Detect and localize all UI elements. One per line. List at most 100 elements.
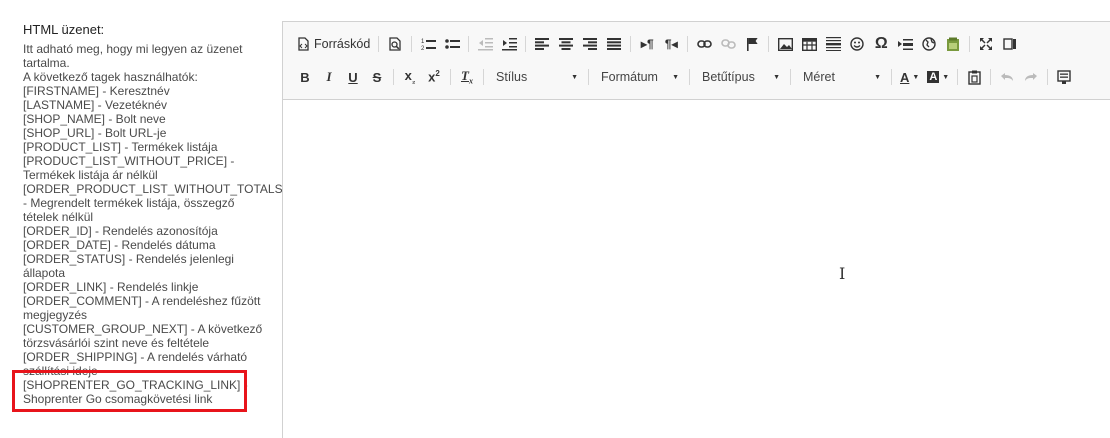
bullet-list-button[interactable] (440, 32, 464, 56)
toolbar-separator (790, 69, 791, 85)
bold-button[interactable]: B (293, 65, 317, 89)
underline-icon: U (348, 69, 358, 85)
help-line: törzsvásárlói szint neve és feltétele (23, 336, 210, 350)
page-break-button[interactable] (893, 32, 917, 56)
italic-icon: I (326, 69, 332, 84)
editor-content-area[interactable]: I (283, 101, 1110, 438)
subscript-icon: x₂ (404, 68, 416, 86)
chevron-down-icon: ▼ (874, 73, 881, 81)
toolbar-separator (468, 36, 470, 52)
toolbar-separator (588, 69, 589, 85)
maximize-button[interactable] (974, 32, 998, 56)
chevron-down-icon: ▼ (912, 73, 920, 81)
strikethrough-icon: S (372, 69, 382, 85)
style-dropdown[interactable]: Stílus ▼ (488, 65, 584, 89)
toolbar-separator (891, 69, 892, 85)
font-dropdown-label: Betűtípus (702, 70, 755, 84)
toolbar-separator (393, 69, 394, 85)
indent-icon (501, 38, 517, 51)
help-line: [ORDER_COMMENT] - A rendeléshez fűzött (23, 294, 261, 308)
align-right-button[interactable] (578, 32, 602, 56)
message-help-panel: HTML üzenet: Itt adható meg, hogy mi leg… (0, 0, 286, 438)
paste-button[interactable] (962, 65, 986, 89)
smiley-icon (850, 37, 864, 51)
size-dropdown-label: Méret (803, 70, 835, 84)
remove-format-icon: Tx (461, 68, 473, 86)
bold-icon: B (300, 69, 310, 85)
help-line: A következő tagek használhatók: (23, 70, 198, 84)
table-button[interactable] (797, 32, 821, 56)
numbered-list-button[interactable]: 12 (416, 32, 440, 56)
indent-button[interactable] (497, 32, 521, 56)
ltr-icon: ▸¶ (640, 37, 654, 51)
underline-button[interactable]: U (341, 65, 365, 89)
image-icon (777, 37, 793, 51)
panel-title: HTML üzenet: (23, 22, 105, 37)
flag-icon (746, 38, 758, 51)
anchor-button[interactable] (740, 32, 764, 56)
templates-button[interactable] (1052, 65, 1076, 89)
outdent-button[interactable] (473, 32, 497, 56)
format-dropdown[interactable]: Formátum ▼ (593, 65, 685, 89)
source-button[interactable]: Forráskód (293, 32, 374, 56)
toolbar-separator (990, 69, 992, 85)
file-manager-button[interactable] (941, 32, 965, 56)
align-right-icon (583, 38, 598, 50)
iframe-button[interactable] (917, 32, 941, 56)
globe-icon (922, 37, 936, 51)
preview-icon (389, 37, 401, 51)
text-color-button[interactable]: A ▼ (896, 65, 923, 89)
link-button[interactable] (692, 32, 716, 56)
style-dropdown-label: Stílus (496, 70, 528, 84)
toolbar-separator (483, 69, 484, 85)
help-line: [ORDER_SHIPPING] - A rendelés várható (23, 350, 248, 364)
help-line: állapota (23, 266, 66, 280)
remove-format-button[interactable]: Tx (455, 65, 479, 89)
rtl-icon: ¶◂ (664, 37, 678, 51)
subscript-button[interactable]: x₂ (398, 65, 422, 89)
unlink-button[interactable] (716, 32, 740, 56)
background-color-icon: A (927, 71, 940, 83)
superscript-icon: x2 (428, 69, 440, 85)
font-dropdown[interactable]: Betűtípus ▼ (694, 65, 786, 89)
undo-button[interactable] (995, 65, 1019, 89)
help-line: megjegyzés (23, 308, 88, 322)
redo-button[interactable] (1019, 65, 1043, 89)
toolbar-row-2: B I U S x₂ x2 Tx Stílus ▼ Formátum ▼ Bet… (293, 64, 1076, 90)
toolbar-separator (1047, 69, 1049, 85)
strikethrough-button[interactable]: S (365, 65, 389, 89)
chevron-down-icon: ▼ (571, 73, 578, 81)
help-line: [ORDER_ID] - Rendelés azonosítója (23, 224, 218, 238)
chevron-down-icon: ▼ (773, 73, 780, 81)
toolbar-separator (687, 36, 689, 52)
help-line: [SHOP_URL] - Bolt URL-je (23, 126, 167, 140)
editor-toolbar: Forráskód 12 ▸¶ ¶◂ Ω B I U S x₂ x2 Tx St… (283, 22, 1110, 100)
align-left-button[interactable] (530, 32, 554, 56)
source-label: Forráskód (314, 37, 371, 51)
smiley-button[interactable] (845, 32, 869, 56)
image-button[interactable] (773, 32, 797, 56)
special-char-button[interactable]: Ω (869, 32, 893, 56)
justify-button[interactable] (602, 32, 626, 56)
text-direction-rtl-button[interactable]: ¶◂ (659, 32, 683, 56)
justify-icon (607, 38, 622, 50)
superscript-button[interactable]: x2 (422, 65, 446, 89)
help-line: [LASTNAME] - Vezetéknév (23, 98, 168, 112)
background-color-button[interactable]: A ▼ (923, 65, 953, 89)
bullet-list-icon (444, 39, 460, 49)
svg-text:2: 2 (421, 46, 425, 51)
help-line: - Megrendelt termékek listája, összegző (23, 196, 235, 210)
toolbar-separator (969, 36, 971, 52)
help-line: [ORDER_DATE] - Rendelés dátuma (23, 238, 216, 252)
horizontal-line-button[interactable] (821, 32, 845, 56)
help-line: Itt adható meg, hogy mi legyen az üzenet (23, 42, 243, 56)
show-blocks-button[interactable] (998, 32, 1022, 56)
toolbar-separator (450, 69, 451, 85)
size-dropdown[interactable]: Méret ▼ (795, 65, 887, 89)
link-icon (696, 40, 712, 48)
italic-button[interactable]: I (317, 65, 341, 89)
text-direction-ltr-button[interactable]: ▸¶ (635, 32, 659, 56)
undo-icon (1001, 73, 1014, 81)
preview-button[interactable] (383, 32, 407, 56)
align-center-button[interactable] (554, 32, 578, 56)
